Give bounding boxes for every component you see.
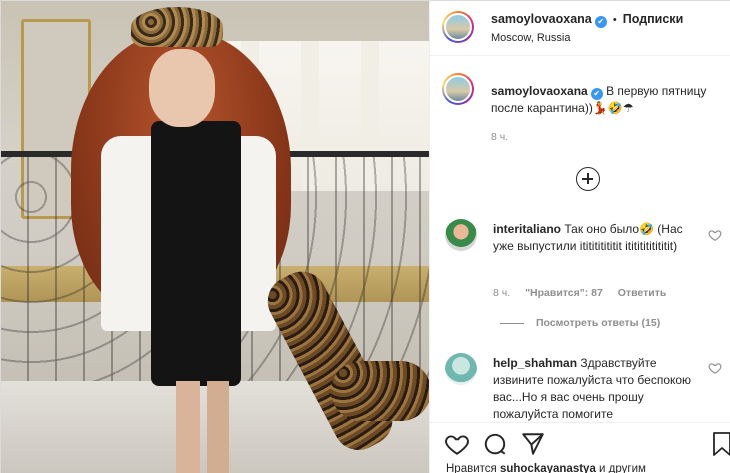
caption-timestamp[interactable]: 8 ч. — [491, 131, 508, 143]
post-photo[interactable] — [1, 1, 429, 473]
heart-icon[interactable] — [444, 431, 470, 457]
comment-username[interactable]: interitaliano — [493, 222, 561, 236]
following-button[interactable]: Подписки — [623, 12, 684, 26]
load-more-comments-icon[interactable] — [576, 167, 600, 191]
comment-username[interactable]: help_shahman — [493, 356, 577, 370]
view-replies-button[interactable]: Посмотреть ответы (15) — [500, 317, 660, 329]
likes-summary: Нравится suhockayanastya и другим — [446, 463, 646, 473]
likes-prefix: Нравится — [446, 463, 497, 473]
comment-reply-button[interactable]: Ответить — [618, 287, 667, 299]
likes-suffix[interactable]: и другим — [599, 463, 646, 473]
photo-girl-dress — [151, 121, 241, 386]
photo-girl-cap — [131, 7, 223, 47]
caption-author-avatar[interactable] — [442, 73, 474, 105]
comment-meta: 8 ч. "Нравится": 87 Ответить — [493, 287, 678, 299]
comment-text-block: help_shahman Здравствуйте извините пожал… — [493, 355, 698, 423]
header-text: samoylovaoxana ✔ • Подписки Moscow, Russi… — [491, 12, 683, 44]
photo-girl-leg — [176, 381, 200, 473]
caption-username[interactable]: samoylovaoxana — [491, 84, 588, 98]
photo-girl-leg — [207, 381, 229, 473]
author-avatar[interactable] — [442, 11, 474, 43]
instagram-post: samoylovaoxana ✔ • Подписки Moscow, Russi… — [0, 0, 730, 473]
verified-badge-icon: ✔ — [590, 88, 603, 100]
comment-icon[interactable] — [482, 431, 508, 457]
commenter-avatar[interactable] — [445, 219, 477, 251]
bookmark-icon[interactable] — [712, 431, 730, 457]
comment-like-heart-icon[interactable] — [708, 361, 722, 375]
post-header: samoylovaoxana ✔ • Подписки Moscow, Russi… — [430, 1, 730, 56]
post-actions-bar: Нравится suhockayanastya и другим — [430, 422, 730, 473]
comment-like-heart-icon[interactable] — [708, 228, 722, 242]
post-location[interactable]: Moscow, Russia — [491, 32, 683, 44]
likes-user-link[interactable]: suhockayanastya — [500, 463, 596, 473]
photo-girl-face — [149, 49, 215, 127]
verified-badge-icon: ✔ — [594, 16, 607, 28]
separator-dot: • — [612, 14, 617, 26]
comment-timestamp[interactable]: 8 ч. — [493, 287, 510, 299]
post-side-panel: samoylovaoxana ✔ • Подписки Moscow, Russi… — [429, 1, 730, 473]
share-icon[interactable] — [520, 431, 546, 457]
commenter-avatar[interactable] — [445, 353, 477, 385]
comment-likes-count[interactable]: "Нравится": 87 — [525, 287, 603, 299]
caption-text-block: samoylovaoxana ✔ В первую пятницу после к… — [491, 83, 716, 117]
author-username[interactable]: samoylovaoxana — [491, 12, 592, 26]
photo-leopard-scarf — [331, 361, 429, 421]
comment-text-block: interitaliano Так оно было🤣 (Нас уже вып… — [493, 221, 698, 255]
